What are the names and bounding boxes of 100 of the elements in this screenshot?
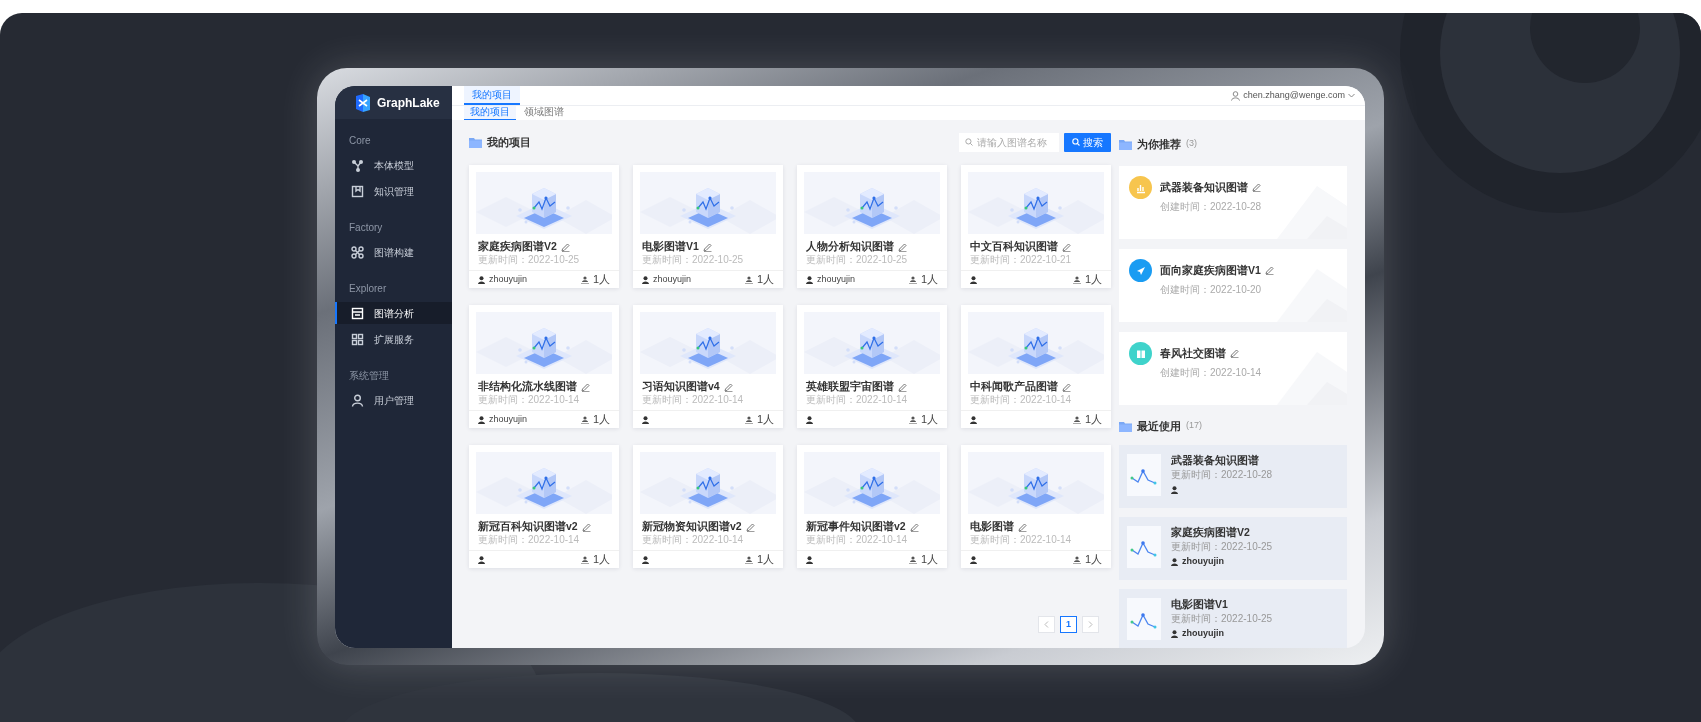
owner-name: zhouyujin (1182, 555, 1224, 568)
created-date: 创建时间：2022-10-14 (1160, 365, 1262, 380)
project-title: 新冠百科知识图谱v2 (478, 519, 578, 534)
update-date: 更新时间：2022-10-14 (806, 534, 909, 546)
edit-icon[interactable] (1252, 183, 1261, 193)
graph-thumbnail (1127, 454, 1161, 496)
window-icon (351, 306, 364, 320)
recommend-card[interactable]: 武器装备知识图谱 创建时间：2022-10-28 (1119, 166, 1347, 239)
edit-icon[interactable] (898, 242, 907, 252)
update-date: 更新时间：2022-10-14 (806, 394, 909, 406)
update-date: 更新时间：2022-10-25 (806, 254, 909, 266)
search-field[interactable]: 请输入图谱名称 (959, 132, 1059, 152)
book-icon (351, 184, 364, 198)
edit-icon[interactable] (898, 382, 907, 392)
recommend-card[interactable]: 面向家庭疾病图谱V1 创建时间：2022-10-20 (1119, 249, 1347, 322)
update-date: 更新时间：2022-10-25 (1171, 612, 1273, 625)
project-title: 中科闻歌产品图谱 (970, 379, 1058, 394)
owner-name: zhouyujin (653, 272, 692, 286)
project-title: 英雄联盟宇宙图谱 (806, 379, 894, 394)
item-count: (17) (1186, 419, 1202, 433)
project-card[interactable]: 新冠物资知识图谱v2 更新时间：2022-10-14 1人 (633, 445, 783, 568)
member-count: 1人 (756, 413, 774, 426)
project-card[interactable]: 电影图谱 更新时间：2022-10-14 1人 (961, 445, 1111, 568)
subtab[interactable]: 我的项目 (464, 106, 516, 120)
recommend-card[interactable]: 春风社交图谱 创建时间：2022-10-14 (1119, 332, 1347, 405)
project-title: 新冠物资知识图谱v2 (642, 519, 742, 534)
search-icon (965, 138, 973, 146)
project-card[interactable]: 家庭疾病图谱V2 更新时间：2022-10-25 zhouyujin 1人 (469, 165, 619, 288)
project-title: 人物分析知识图谱 (806, 239, 894, 254)
user-icon (970, 275, 977, 284)
project-card[interactable]: 中科闻歌产品图谱 更新时间：2022-10-14 1人 (961, 305, 1111, 428)
user-icon (1231, 90, 1241, 101)
project-title: 新冠事件知识图谱v2 (806, 519, 906, 534)
project-title: 电影图谱 (970, 519, 1014, 534)
members-icon (744, 555, 753, 564)
user-icon (351, 393, 364, 407)
update-date: 更新时间：2022-10-28 (1171, 468, 1273, 481)
project-card[interactable]: 新冠事件知识图谱v2 更新时间：2022-10-14 1人 (797, 445, 947, 568)
project-card[interactable]: 非结构化流水线图谱 更新时间：2022-10-14 zhouyujin 1人 (469, 305, 619, 428)
edit-icon[interactable] (560, 242, 570, 252)
edit-icon[interactable] (702, 242, 712, 252)
update-date: 更新时间：2022-10-21 (970, 254, 1073, 266)
recent-item[interactable]: 家庭疾病图谱V2 更新时间：2022-10-25 zhouyujin (1119, 517, 1347, 580)
project-title: 面向家庭疾病图谱V1 (1160, 263, 1261, 278)
project-card[interactable]: 人物分析知识图谱 更新时间：2022-10-25 zhouyujin 1人 (797, 165, 947, 288)
project-title: 家庭疾病图谱V2 (1171, 525, 1251, 540)
edit-icon[interactable] (1062, 242, 1071, 252)
project-title: 习语知识图谱v4 (642, 379, 720, 394)
members-icon (744, 415, 753, 424)
member-count: 1人 (756, 553, 774, 566)
owner-name: zhouyujin (489, 412, 528, 426)
user-icon (970, 415, 977, 424)
edit-icon[interactable] (581, 382, 590, 392)
recent-item[interactable]: 电影图谱V1 更新时间：2022-10-25 zhouyujin (1119, 589, 1347, 648)
subtab[interactable]: 领域图谱 (518, 106, 570, 120)
sidebar-item[interactable]: 知识管理 (335, 180, 452, 202)
members-icon (580, 415, 589, 424)
project-title: 武器装备知识图谱 (1171, 453, 1260, 468)
search-icon (1072, 138, 1080, 146)
sidebar-item[interactable]: 图谱构建 (335, 241, 452, 263)
user-icon (642, 415, 649, 424)
project-title: 非结构化流水线图谱 (478, 379, 577, 394)
project-card[interactable]: 英雄联盟宇宙图谱 更新时间：2022-10-14 1人 (797, 305, 947, 428)
app-name: GraphLake (377, 94, 440, 112)
members-icon (1072, 555, 1081, 564)
recent-item[interactable]: 武器装备知识图谱 更新时间：2022-10-28 (1119, 445, 1347, 508)
user-icon (1171, 557, 1178, 566)
tab[interactable]: 我的项目 (464, 86, 520, 105)
page-button[interactable]: 1 (1060, 616, 1077, 633)
update-date: 更新时间：2022-10-14 (642, 394, 745, 406)
owner-name: zhouyujin (817, 272, 856, 286)
member-count: 1人 (756, 273, 774, 286)
sidebar-item[interactable]: 扩展服务 (335, 328, 452, 350)
user-menu[interactable]: chen.zhang@wenge.com (1231, 86, 1365, 105)
member-count: 1人 (592, 553, 610, 566)
project-card[interactable]: 电影图谱V1 更新时间：2022-10-25 zhouyujin 1人 (633, 165, 783, 288)
sidebar-item[interactable]: 图谱分析 (335, 302, 452, 324)
update-date: 更新时间：2022-10-25 (1171, 540, 1273, 553)
project-card[interactable]: 中文百科知识图谱 更新时间：2022-10-21 1人 (961, 165, 1111, 288)
members-icon (908, 555, 917, 564)
logo-icon (355, 93, 371, 112)
project-card[interactable]: 新冠百科知识图谱v2 更新时间：2022-10-14 1人 (469, 445, 619, 568)
edit-icon[interactable] (1230, 349, 1239, 359)
edit-icon[interactable] (581, 522, 591, 532)
search-button[interactable]: 搜索 (1064, 132, 1111, 152)
project-title: 武器装备知识图谱 (1160, 180, 1248, 195)
project-card[interactable]: 习语知识图谱v4 更新时间：2022-10-14 1人 (633, 305, 783, 428)
edit-icon[interactable] (723, 382, 733, 392)
edit-icon[interactable] (745, 522, 755, 532)
edit-icon[interactable] (1264, 266, 1274, 276)
user-icon (1171, 629, 1178, 638)
edit-icon[interactable] (1018, 522, 1027, 532)
created-date: 创建时间：2022-10-28 (1160, 199, 1262, 214)
section-heading: 为你推荐 (1137, 136, 1181, 152)
edit-icon[interactable] (909, 522, 919, 532)
user-icon (642, 275, 649, 284)
sidebar-item[interactable]: 用户管理 (335, 389, 452, 411)
sidebar-item[interactable]: 本体模型 (335, 154, 452, 176)
grid-icon (351, 332, 364, 346)
edit-icon[interactable] (1062, 382, 1071, 392)
